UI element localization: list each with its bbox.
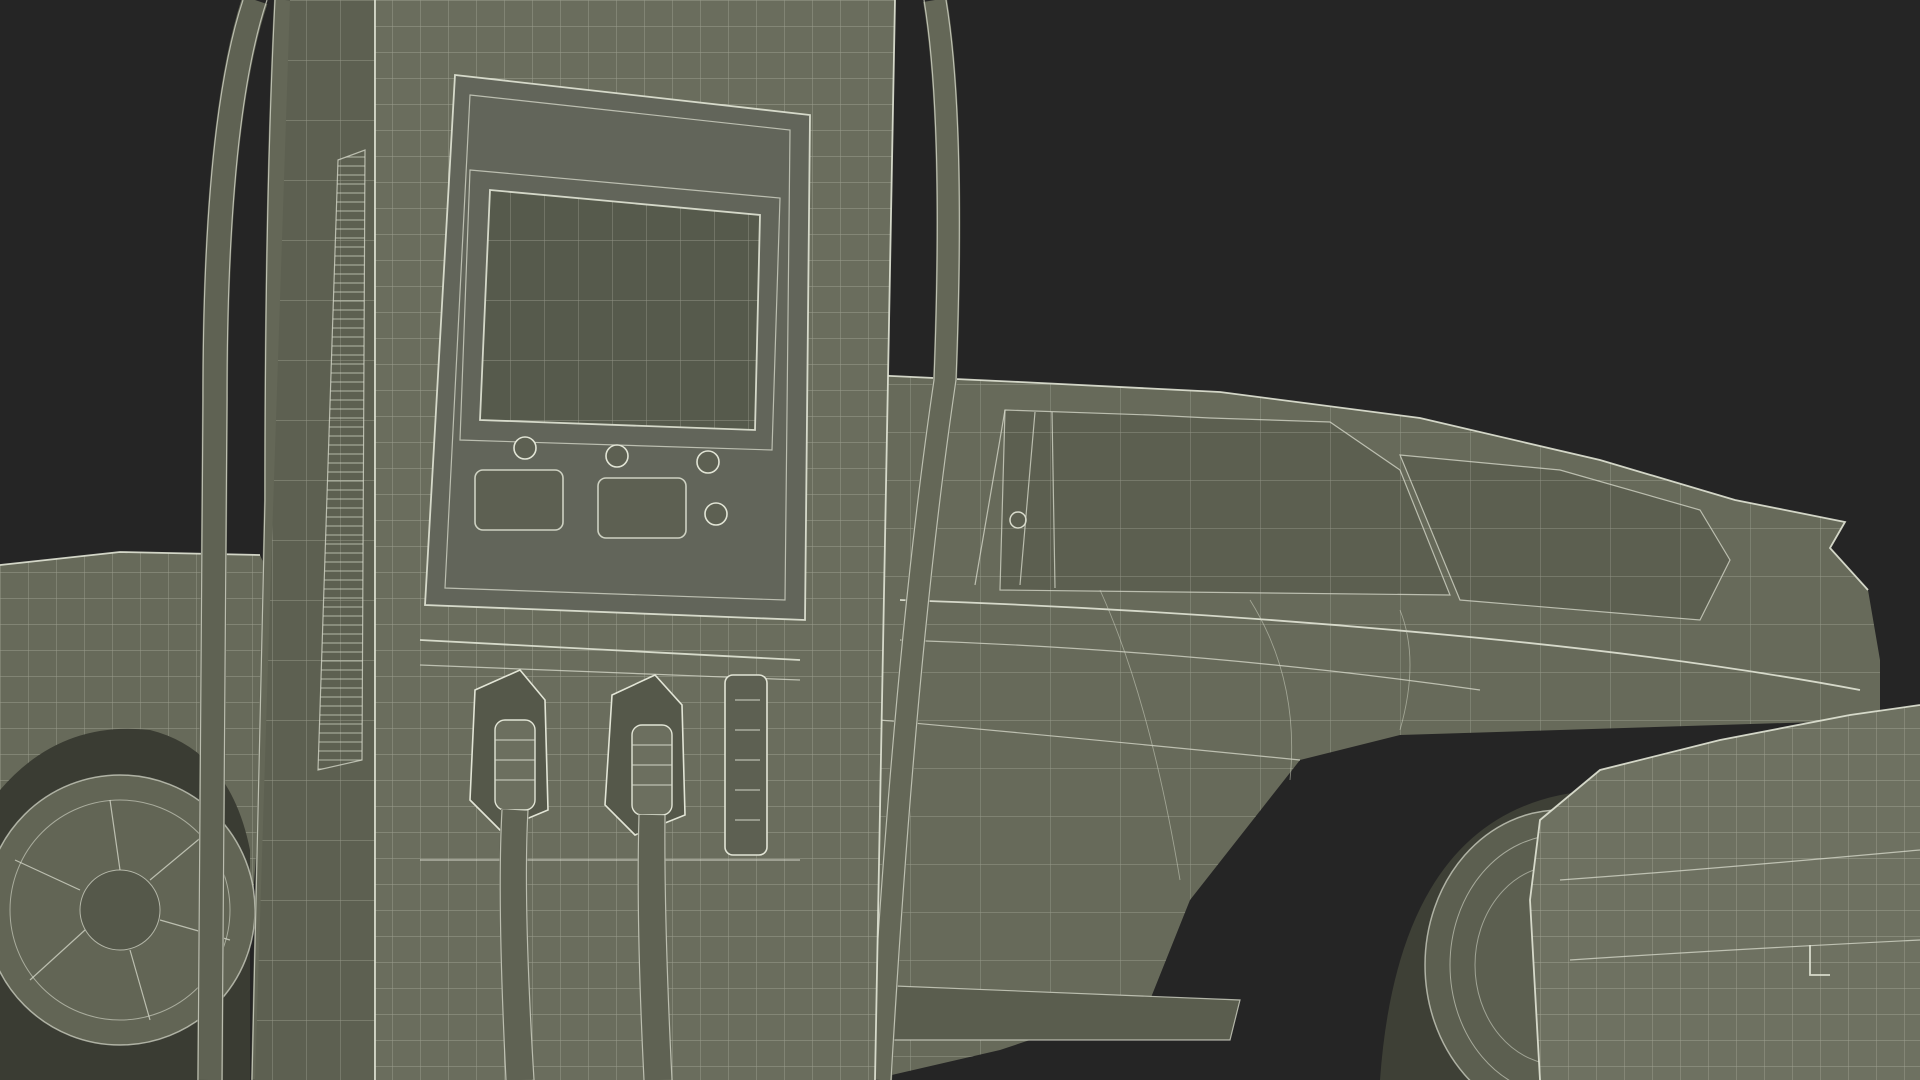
- panel-button-3: [696, 450, 720, 474]
- card-reader-slot: [724, 674, 768, 856]
- panel-key-left: [474, 469, 564, 531]
- panel-key-right: [597, 477, 687, 539]
- ev-charging-station: [255, 0, 896, 1080]
- left-car: [0, 551, 280, 1080]
- panel-button-4: [704, 502, 728, 526]
- panel-button-2: [605, 444, 629, 468]
- panel-button-1: [513, 436, 537, 460]
- wireframe-scene: [0, 0, 1920, 1080]
